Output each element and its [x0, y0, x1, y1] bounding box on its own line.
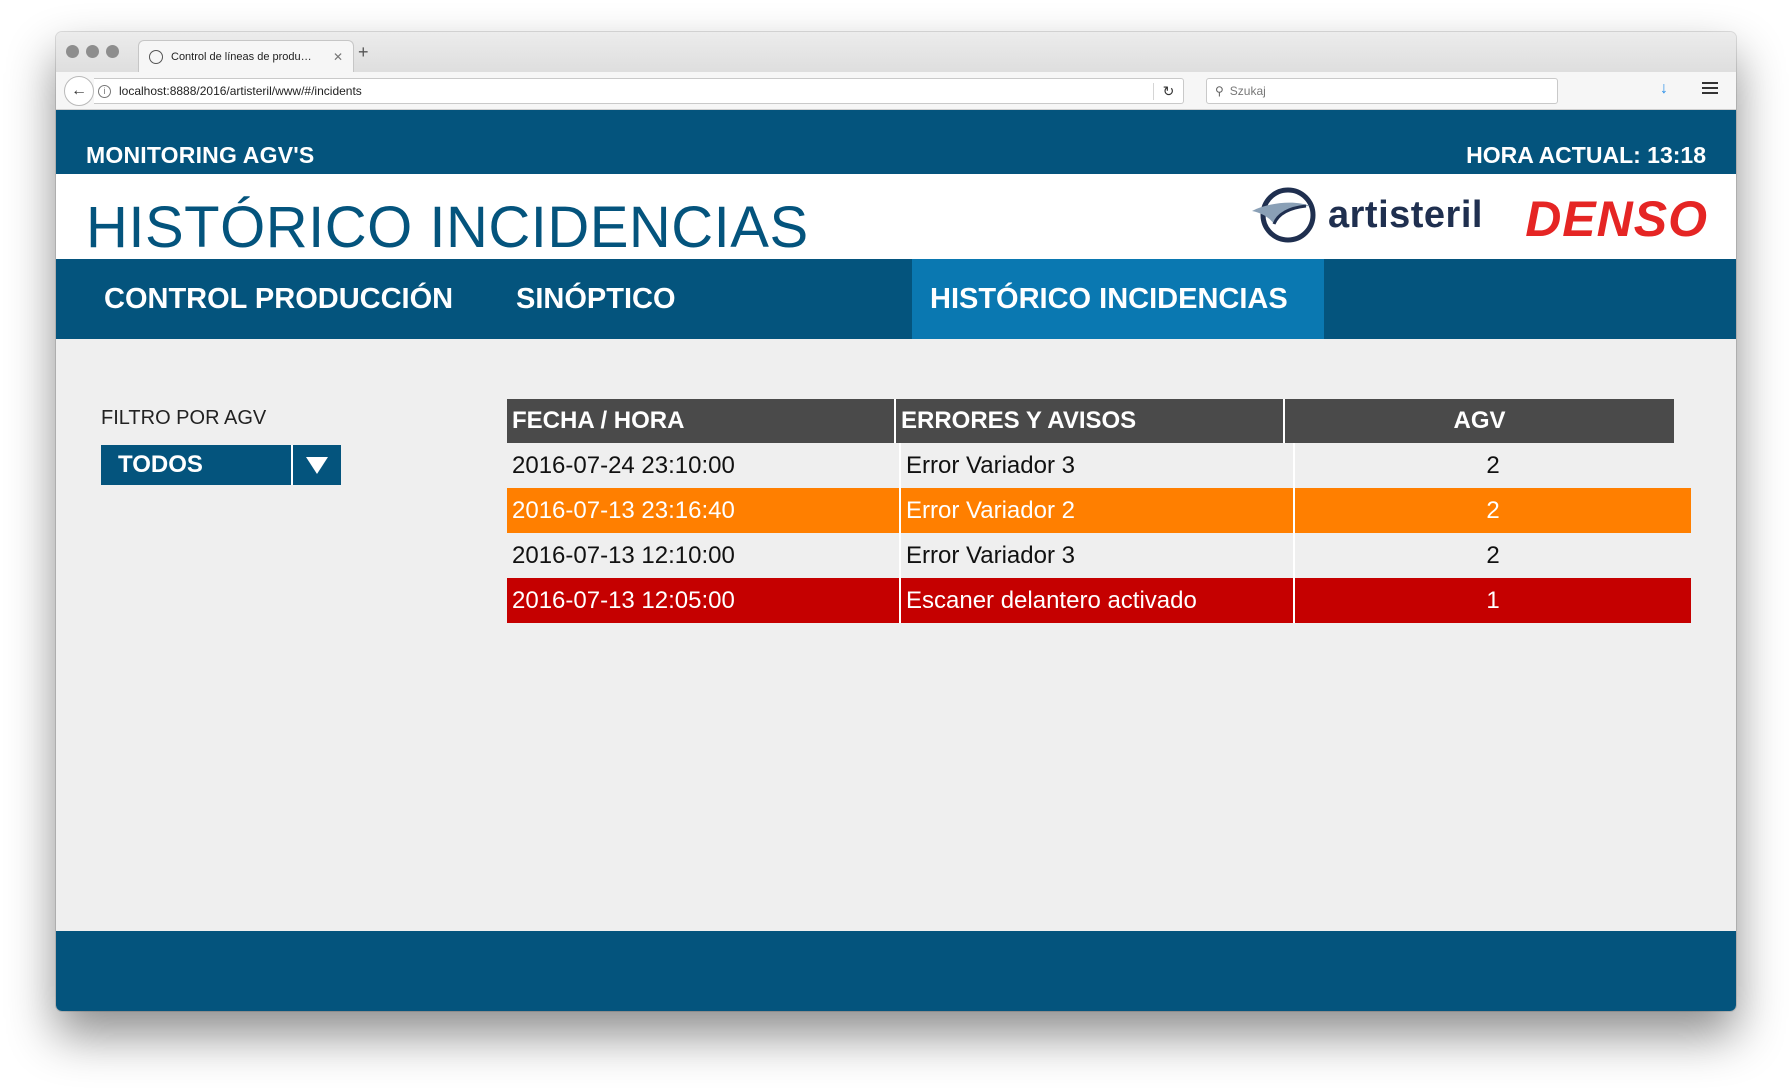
current-time: HORA ACTUAL: 13:18: [1466, 142, 1706, 168]
column-header-agv[interactable]: AGV: [1285, 399, 1674, 443]
new-tab-button[interactable]: +: [358, 42, 369, 63]
agv-filter-select[interactable]: TODOS: [101, 445, 341, 485]
denso-logo: DENSO: [1525, 191, 1708, 247]
url-text[interactable]: localhost:8888/2016/artisteril/www/#/inc…: [119, 84, 1153, 98]
cell-agv: 2: [1486, 496, 1500, 524]
cell-agv: 2: [1486, 541, 1500, 569]
download-icon[interactable]: ↓: [1660, 80, 1668, 98]
main-nav: CONTROL PRODUCCIÓN SINÓPTICO HISTÓRICO I…: [56, 259, 1736, 339]
artisteril-logo-icon: [1252, 187, 1316, 243]
top-bar: MONITORING AGV'S HORA ACTUAL: 13:18: [56, 110, 1736, 174]
search-input[interactable]: ⚲ Szukaj: [1206, 78, 1558, 104]
search-icon: ⚲: [1215, 84, 1224, 98]
search-placeholder: Szukaj: [1229, 84, 1266, 98]
back-button[interactable]: ←: [64, 76, 94, 106]
cell-agv: 2: [1486, 451, 1500, 479]
column-header-errores[interactable]: ERRORES Y AVISOS: [896, 399, 1285, 443]
header-band: HISTÓRICO INCIDENCIAS artisteril DENSO: [56, 174, 1736, 260]
tab-sinoptico[interactable]: SINÓPTICO: [468, 259, 880, 339]
address-bar[interactable]: i localhost:8888/2016/artisteril/www/#/i…: [94, 78, 1184, 104]
artisteril-logo-text: artisteril: [1328, 193, 1483, 236]
table-row[interactable]: 2016-07-13 12:10:00 Error Variador 3 2: [507, 533, 1691, 578]
cell-error: Escaner delantero activado: [901, 578, 1295, 623]
cell-fecha: 2016-07-13 12:10:00: [507, 533, 901, 578]
cell-fecha: 2016-07-13 23:16:40: [507, 488, 901, 533]
agv-filter-value[interactable]: TODOS: [101, 445, 291, 485]
info-icon[interactable]: i: [98, 84, 111, 98]
cell-agv: 1: [1486, 586, 1500, 614]
app-page: MONITORING AGV'S HORA ACTUAL: 13:18 HIST…: [56, 110, 1736, 1011]
page-title: HISTÓRICO INCIDENCIAS: [86, 195, 809, 260]
app-name: MONITORING AGV'S: [86, 142, 315, 168]
tab-close-icon[interactable]: ✕: [333, 50, 343, 64]
cell-fecha: 2016-07-24 23:10:00: [507, 443, 901, 488]
cell-error: Error Variador 3: [901, 443, 1295, 488]
tab-historico-incidencias[interactable]: HISTÓRICO INCIDENCIAS: [912, 259, 1324, 339]
footer-bar: [56, 931, 1736, 1011]
cell-error: Error Variador 3: [901, 533, 1295, 578]
artisteril-logo: artisteril: [1248, 184, 1483, 246]
table-row[interactable]: 2016-07-24 23:10:00 Error Variador 3 2: [507, 443, 1691, 488]
browser-toolbar: ← i localhost:8888/2016/artisteril/www/#…: [56, 72, 1736, 110]
close-window-button[interactable]: [66, 45, 79, 58]
browser-tab[interactable]: Control de líneas de produ… ✕: [138, 40, 354, 72]
arrow-left-icon: ←: [71, 82, 87, 99]
globe-icon: [149, 49, 163, 64]
cell-fecha: 2016-07-13 12:05:00: [507, 578, 901, 623]
tab-title: Control de líneas de produ…: [171, 50, 312, 63]
minimize-window-button[interactable]: [86, 45, 99, 58]
cell-error: Error Variador 2: [901, 488, 1295, 533]
hamburger-menu-icon[interactable]: [1702, 82, 1718, 97]
incidents-table: FECHA / HORA ERRORES Y AVISOS AGV 2016-0…: [507, 399, 1691, 623]
browser-window: Control de líneas de produ… ✕ + ← i loca…: [56, 32, 1736, 1011]
title-bar: Control de líneas de produ… ✕ +: [56, 32, 1736, 72]
zoom-window-button[interactable]: [106, 45, 119, 58]
table-row-alarm[interactable]: 2016-07-13 12:05:00 Escaner delantero ac…: [507, 578, 1691, 623]
reload-icon[interactable]: ↻: [1153, 82, 1183, 100]
table-row-warning[interactable]: 2016-07-13 23:16:40 Error Variador 2 2: [507, 488, 1691, 533]
filter-label: FILTRO POR AGV: [101, 407, 267, 429]
caret-down-icon[interactable]: [291, 445, 341, 485]
main-content: FILTRO POR AGV TODOS FECHA / HORA ERRORE…: [56, 339, 1736, 931]
column-header-fecha[interactable]: FECHA / HORA: [507, 399, 896, 443]
tab-control-produccion[interactable]: CONTROL PRODUCCIÓN: [56, 259, 468, 339]
table-header: FECHA / HORA ERRORES Y AVISOS AGV: [507, 399, 1674, 443]
